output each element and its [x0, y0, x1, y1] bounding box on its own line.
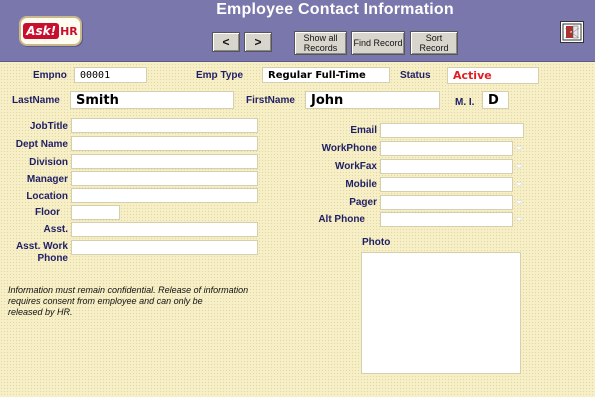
workphone-field[interactable] [380, 141, 513, 156]
dial-phone-icon[interactable] [514, 145, 524, 153]
next-record-button[interactable]: > [244, 32, 272, 52]
asst-label: Asst. [43, 224, 68, 235]
dial-alt-phone-icon[interactable] [514, 216, 524, 224]
firstname-label: FirstName [246, 95, 295, 106]
pager-field[interactable] [380, 195, 513, 210]
alt-phone-field[interactable] [380, 212, 513, 227]
confidentiality-notice: Information must remain confidential. Re… [8, 285, 249, 317]
page-title: Employee Contact Information [216, 1, 454, 18]
floor-label: Floor [35, 207, 60, 218]
dept-name-field[interactable] [71, 136, 258, 151]
askhr-logo: Ask! HR [19, 16, 82, 46]
photo-label: Photo [362, 237, 391, 248]
dial-pager-icon[interactable] [514, 199, 524, 207]
show-all-records-button[interactable]: Show all Records [294, 31, 347, 55]
lastname-label: LastName [12, 95, 60, 106]
email-field[interactable] [380, 123, 524, 138]
floor-field[interactable] [71, 205, 120, 220]
logo-hr-text: HR [60, 24, 78, 38]
jobtitle-field[interactable] [71, 118, 258, 133]
location-field[interactable] [71, 188, 258, 203]
status-field[interactable]: Active [447, 67, 539, 84]
dial-fax-icon[interactable] [514, 163, 524, 171]
show-all-label: Show all Records [303, 33, 338, 53]
manager-field[interactable] [71, 171, 258, 186]
emp-type-label: Emp Type [196, 70, 244, 81]
dial-mobile-icon[interactable] [514, 181, 524, 189]
status-label: Status [400, 70, 431, 81]
dept-name-label: Dept Name [15, 139, 68, 150]
sort-record-label: Sort Record [419, 33, 449, 53]
workphone-label: WorkPhone [321, 143, 377, 154]
header-bar: Ask! HR Employee Contact Information < > … [0, 0, 595, 62]
pager-label: Pager [349, 197, 377, 208]
empno-field[interactable]: 00001 [74, 67, 147, 83]
exit-door-icon[interactable] [560, 21, 584, 43]
previous-record-button[interactable]: < [212, 32, 240, 52]
mobile-label: Mobile [345, 179, 377, 190]
mi-field[interactable]: D [482, 91, 509, 109]
alt-phone-label: Alt Phone [318, 214, 365, 225]
mobile-field[interactable] [380, 177, 513, 192]
asst-field[interactable] [71, 222, 258, 237]
email-label: Email [350, 125, 377, 136]
asst-work-phone-label: Asst. Work Phone [15, 241, 68, 264]
division-label: Division [29, 157, 68, 168]
find-record-button[interactable]: Find Record [351, 31, 405, 55]
sort-record-button[interactable]: Sort Record [410, 31, 458, 55]
workfax-field[interactable] [380, 159, 513, 174]
workfax-label: WorkFax [334, 161, 377, 172]
mi-label: M. I. [455, 97, 475, 108]
emp-type-field[interactable]: Regular Full-Time [262, 67, 390, 83]
firstname-field[interactable]: John [305, 91, 440, 109]
jobtitle-label: JobTitle [29, 121, 68, 132]
logo-ask-text: Ask! [23, 23, 60, 39]
manager-label: Manager [26, 174, 68, 185]
empno-label: Empno [33, 70, 67, 81]
asst-work-phone-field[interactable] [71, 240, 258, 255]
photo-box[interactable] [361, 252, 521, 374]
location-label: Location [26, 191, 68, 202]
lastname-field[interactable]: Smith [70, 91, 234, 109]
division-field[interactable] [71, 154, 258, 169]
